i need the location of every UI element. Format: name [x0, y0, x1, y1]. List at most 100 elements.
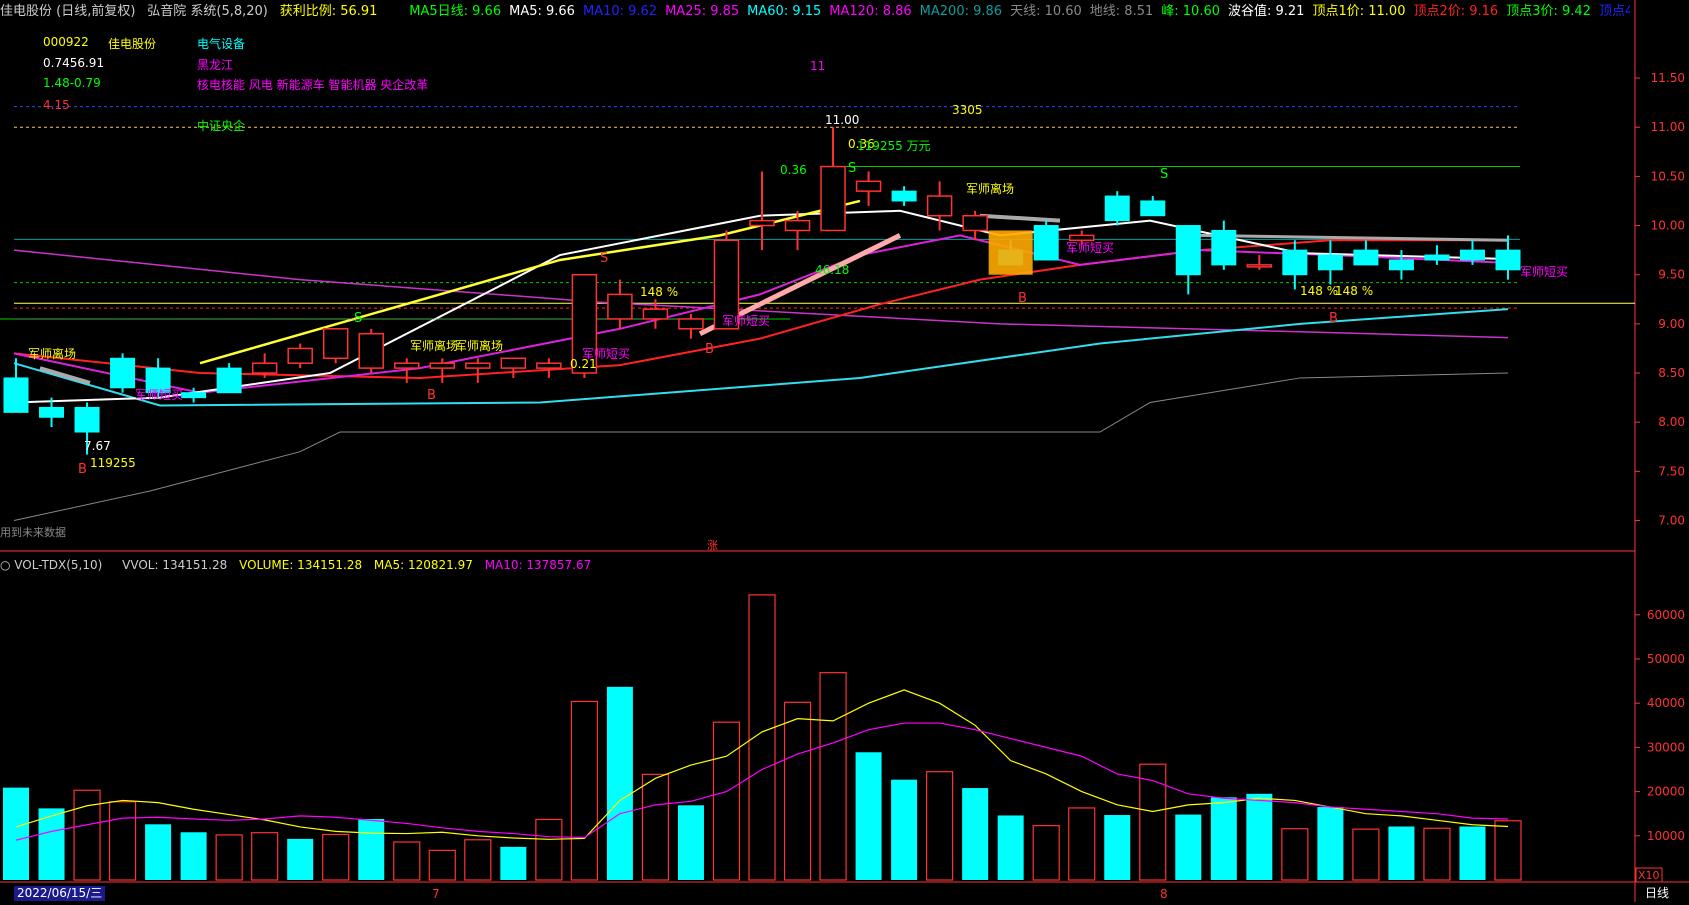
candle-body-down: [1140, 200, 1166, 217]
candle-body-down: [3, 377, 29, 413]
volume-bar-up: [322, 833, 350, 881]
info-concepts: 核电核能 风电 新能源车 智能机器 央企改革: [197, 78, 429, 92]
price-tick-label: 7.00: [1658, 514, 1685, 528]
volume-bar-down: [358, 819, 385, 880]
candle-body-down: [891, 190, 917, 202]
ma-label-13: 顶点3价: 9.42: [1506, 4, 1591, 19]
volume-bar-up: [570, 700, 598, 881]
ann-pct-2: 148 %: [1300, 284, 1338, 298]
candle-body-up: [784, 219, 811, 232]
info-value: 4.15: [43, 98, 70, 112]
volume-bar-down: [962, 788, 989, 880]
ann-b-marker: B: [705, 342, 714, 357]
volume-bar-up: [783, 701, 812, 881]
ma-label-10: 波谷值: 9.21: [1228, 4, 1305, 19]
candle-body-down: [74, 406, 100, 433]
candle-body-up: [855, 180, 882, 192]
ma-label-3: MA25: 9.85: [665, 4, 740, 19]
volume-bar-up: [73, 789, 101, 881]
ann-036-b: 0.36: [780, 163, 807, 177]
volume-bar-down: [606, 686, 633, 880]
candle-body-up: [678, 318, 704, 330]
gray-band-1: [39, 366, 91, 385]
ann-signal-6: 军师离场: [966, 181, 1014, 196]
ann-s-marker: S: [354, 311, 362, 326]
candle-body-up: [607, 293, 633, 320]
volume-bar-up: [712, 721, 741, 881]
candle-body-up: [536, 362, 562, 369]
price-tick-label: 10.50: [1651, 169, 1685, 183]
price-tick-label: 7.50: [1658, 464, 1685, 478]
ann-future-data: 用到未来数据: [0, 525, 66, 539]
vol-tick-label: 30000: [1647, 740, 1685, 754]
volume-bar-down: [997, 815, 1024, 880]
ann-4618: 46.18: [815, 263, 849, 277]
candle-body-down: [39, 406, 65, 418]
info-index: 中证央企: [197, 119, 246, 133]
vol-vvol: VVOL: 134151.28: [122, 558, 228, 572]
ma-label-11: 顶点1价: 11.00: [1312, 4, 1406, 19]
info-industry: 电气设备: [197, 37, 246, 51]
volume-bar-up: [1139, 763, 1167, 881]
candle-body-down: [1388, 259, 1414, 271]
volume-bar-down: [1175, 814, 1202, 880]
candle-body-down: [1459, 249, 1485, 261]
candle-body-up: [322, 328, 349, 360]
candle-body-down: [1495, 249, 1521, 271]
info-pe: 0.7456.91: [43, 56, 105, 70]
volume-bar-down: [180, 832, 207, 880]
volume-bar-down: [145, 824, 172, 880]
ma-label-2: MA10: 9.62: [582, 4, 658, 19]
info-region: 黑龙江: [197, 58, 234, 72]
vol-indicator-name: ○ VOL-TDX(5,10): [0, 558, 103, 572]
vol-tick-label: 40000: [1647, 696, 1685, 710]
ann-b-marker: B: [427, 388, 436, 403]
ann-peak-price: 11.00: [825, 113, 859, 127]
ma-label-5: MA120: 8.86: [829, 4, 912, 19]
ma-label-14: 顶点4价: 11.21: [1598, 4, 1630, 19]
ann-signal-2: 军师离场: [410, 338, 458, 353]
volume-bar-up: [535, 818, 563, 881]
volume-header: ○ VOL-TDX(5,10) VVOL: 134151.28 VOLUME: …: [0, 555, 599, 575]
ann-s-marker: S: [848, 161, 856, 176]
ann-low-price: 7.67: [84, 439, 111, 453]
candle-body-up: [500, 357, 527, 369]
candle-body-up: [1246, 264, 1273, 268]
candle-body-down: [1033, 225, 1059, 261]
volume-bar-up: [1352, 828, 1380, 881]
vol-ma5: MA5: 120821.97: [373, 558, 473, 572]
period-label[interactable]: 日线: [1645, 886, 1689, 902]
stock-chart-svg[interactable]: 7.00 7.50 8.00 8.50 9.00 9.50 10.00 10.50 11.00 1…: [0, 0, 1689, 902]
volume-bar-up: [1068, 807, 1096, 881]
ma-label-1: MA5: 9.66: [509, 4, 575, 19]
volume-bar-up: [393, 841, 421, 881]
info-code: 000922: [43, 35, 89, 49]
candle-body-down: [1211, 229, 1237, 266]
volume-bar-down: [1210, 797, 1237, 880]
ma-label-group: MA5日线: 9.66 MA5: 9.66 MA10: 9.62 MA25: 9.85…: [409, 0, 1630, 24]
volume-bar-down: [1104, 815, 1131, 880]
candle-body-down: [181, 392, 207, 399]
candle-body-down: [1317, 254, 1343, 271]
volume-bar-down: [1388, 826, 1415, 880]
info-range: 1.48-0.79: [43, 76, 101, 90]
date-cursor-label: 2022/06/15/三: [14, 886, 106, 901]
ann-signal-1: 军师短买: [135, 388, 183, 402]
vol-tick-label: 10000: [1647, 829, 1685, 843]
ann-b-marker: B: [1018, 291, 1027, 306]
ann-wan: 119255 万元: [857, 139, 931, 153]
candle-body-up: [465, 362, 491, 369]
vol-tick-label: 50000: [1647, 652, 1685, 666]
volume-bar-up: [926, 771, 954, 881]
candle-body-up: [749, 219, 775, 227]
volume-bar-down: [677, 805, 704, 880]
ground-line: [13, 372, 1509, 521]
ann-peak-top: 11: [810, 59, 825, 73]
candle-body-up: [642, 308, 669, 320]
candle-body-up: [820, 165, 846, 232]
ma-label-9: 峰: 10.60: [1161, 4, 1220, 19]
ann-signal-4: 军师离场: [455, 338, 503, 353]
price-tick-label: 10.00: [1651, 219, 1685, 233]
volume-bar-down: [3, 787, 29, 880]
chart-header: 佳电股份 (日线,前复权) 弘音院 系统(5,8,20) 获利比例: 56.91…: [0, 0, 1630, 24]
